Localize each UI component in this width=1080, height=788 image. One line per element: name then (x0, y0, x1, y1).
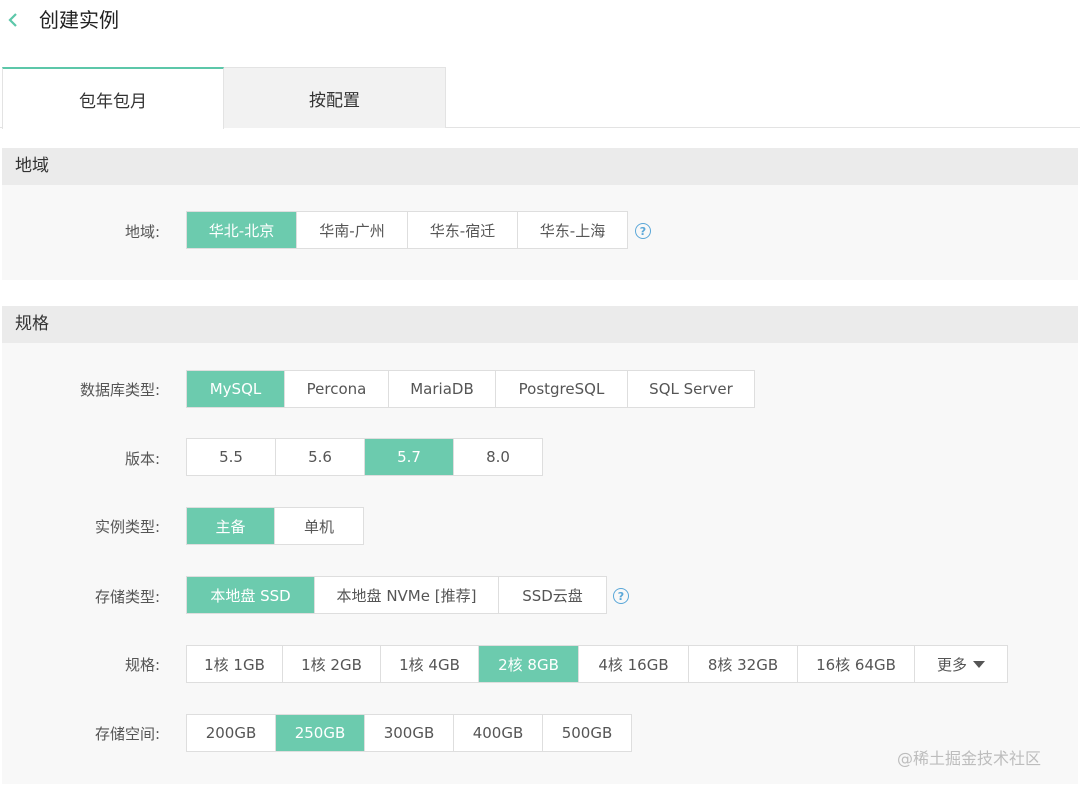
db-type-sqlserver[interactable]: SQL Server (628, 371, 754, 407)
spec-2c-8g[interactable]: 2核 8GB (479, 646, 579, 682)
instance-type-options: 主备 单机 (186, 507, 364, 545)
storage-type-label: 存储类型: (94, 588, 160, 606)
header: 创建实例 (0, 0, 1080, 40)
spec-8c-32g[interactable]: 8核 32GB (689, 646, 798, 682)
version-5-5[interactable]: 5.5 (187, 439, 276, 475)
instance-type-label: 实例类型: (94, 518, 160, 536)
db-type-mysql[interactable]: MySQL (187, 371, 285, 407)
storage-space-label: 存储空间: (94, 725, 160, 743)
storage-250gb[interactable]: 250GB (276, 715, 365, 751)
instance-type-primary-standby[interactable]: 主备 (187, 508, 275, 544)
region-option-suqian[interactable]: 华东-宿迁 (408, 212, 518, 248)
billing-tabs: 包年包月 按配置 (0, 67, 1080, 129)
spec-1c-1g[interactable]: 1核 1GB (187, 646, 283, 682)
region-options: 华北-北京 华南-广州 华东-宿迁 华东-上海 (186, 211, 628, 249)
region-option-beijing[interactable]: 华北-北京 (187, 212, 297, 248)
db-type-postgresql[interactable]: PostgreSQL (496, 371, 628, 407)
version-5-7[interactable]: 5.7 (365, 439, 454, 475)
db-type-options: MySQL Percona MariaDB PostgreSQL SQL Ser… (186, 370, 755, 408)
watermark: @稀土掘金技术社区 (897, 749, 1042, 768)
spec-1c-2g[interactable]: 1核 2GB (283, 646, 381, 682)
region-label: 地域: (124, 223, 160, 241)
tab-monthly[interactable]: 包年包月 (2, 67, 224, 129)
db-type-percona[interactable]: Percona (285, 371, 389, 407)
storage-400gb[interactable]: 400GB (454, 715, 543, 751)
spec-more-dropdown[interactable]: 更多 (915, 646, 1007, 682)
storage-type-local-nvme[interactable]: 本地盘 NVMe [推荐] (315, 577, 499, 613)
storage-type-local-ssd[interactable]: 本地盘 SSD (187, 577, 315, 613)
spec-1c-4g[interactable]: 1核 4GB (381, 646, 479, 682)
storage-type-options: 本地盘 SSD 本地盘 NVMe [推荐] SSD云盘 (186, 576, 607, 614)
storage-type-help-icon[interactable]: ? (613, 588, 629, 604)
spec-options: 1核 1GB 1核 2GB 1核 4GB 2核 8GB 4核 16GB 8核 3… (186, 645, 1008, 683)
version-label: 版本: (124, 450, 160, 468)
storage-500gb[interactable]: 500GB (543, 715, 631, 751)
version-options: 5.5 5.6 5.7 8.0 (186, 438, 543, 476)
caret-down-icon (973, 660, 985, 668)
instance-type-single[interactable]: 单机 (275, 508, 363, 544)
version-8-0[interactable]: 8.0 (454, 439, 542, 475)
spec-16c-64g[interactable]: 16核 64GB (798, 646, 915, 682)
region-option-shanghai[interactable]: 华东-上海 (518, 212, 627, 248)
region-section-title: 地域 (2, 148, 1078, 185)
storage-type-ssd-cloud[interactable]: SSD云盘 (499, 577, 606, 613)
page-title: 创建实例 (39, 8, 119, 32)
chevron-left-icon (8, 13, 17, 27)
version-5-6[interactable]: 5.6 (276, 439, 365, 475)
region-option-guangzhou[interactable]: 华南-广州 (297, 212, 408, 248)
region-help-icon[interactable]: ? (635, 223, 651, 239)
storage-200gb[interactable]: 200GB (187, 715, 276, 751)
spec-4c-16g[interactable]: 4核 16GB (579, 646, 689, 682)
storage-300gb[interactable]: 300GB (365, 715, 454, 751)
spec-label: 规格: (124, 656, 160, 674)
db-type-label: 数据库类型: (79, 381, 160, 399)
spec-more-label: 更多 (936, 655, 967, 674)
db-type-mariadb[interactable]: MariaDB (389, 371, 496, 407)
spec-section-title: 规格 (2, 306, 1078, 343)
tab-by-config[interactable]: 按配置 (224, 67, 446, 128)
storage-space-options: 200GB 250GB 300GB 400GB 500GB (186, 714, 632, 752)
back-button[interactable] (4, 8, 22, 32)
